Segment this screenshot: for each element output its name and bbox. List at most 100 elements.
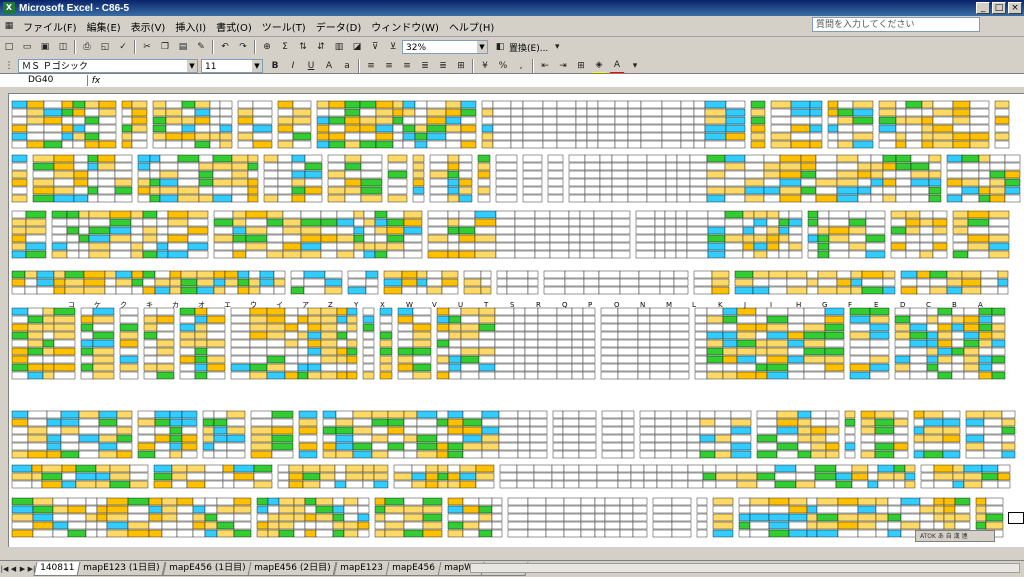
booth-cell[interactable] bbox=[481, 124, 494, 133]
booth-cell[interactable] bbox=[850, 270, 863, 279]
booth-cell[interactable] bbox=[121, 124, 133, 133]
booth-cell[interactable] bbox=[194, 371, 208, 380]
booth-cell[interactable] bbox=[109, 234, 132, 243]
booth-cell[interactable] bbox=[978, 331, 993, 340]
booth-cell[interactable] bbox=[534, 210, 551, 219]
booth-cell[interactable] bbox=[53, 339, 76, 348]
booth-cell[interactable] bbox=[204, 497, 218, 506]
booth-cell[interactable] bbox=[412, 323, 432, 332]
booth-cell[interactable] bbox=[222, 464, 235, 473]
booth-cell[interactable] bbox=[652, 505, 673, 514]
booth-cell[interactable] bbox=[478, 363, 496, 372]
booth-cell[interactable] bbox=[78, 210, 90, 219]
menu-insert[interactable]: 挿入(I) bbox=[170, 19, 211, 34]
booth-cell[interactable] bbox=[766, 331, 789, 340]
booth-cell[interactable] bbox=[24, 270, 38, 279]
booth-cell[interactable] bbox=[736, 464, 758, 473]
booth-cell[interactable] bbox=[991, 339, 1006, 348]
booth-cell[interactable] bbox=[143, 315, 158, 324]
booth-cell[interactable] bbox=[932, 108, 954, 117]
booth-cell[interactable] bbox=[401, 286, 418, 295]
booth-cell[interactable] bbox=[932, 250, 948, 259]
booth-cell[interactable] bbox=[374, 521, 386, 530]
booth-cell[interactable] bbox=[923, 450, 944, 459]
booth-cell[interactable] bbox=[978, 339, 993, 348]
booth-cell[interactable] bbox=[952, 250, 969, 259]
booth-cell[interactable] bbox=[852, 116, 874, 125]
booth-cell[interactable] bbox=[426, 124, 447, 133]
booth-cell[interactable] bbox=[882, 278, 896, 287]
booth-cell[interactable] bbox=[458, 170, 473, 179]
booth-cell[interactable] bbox=[669, 339, 690, 348]
booth-cell[interactable] bbox=[233, 497, 252, 506]
booth-cell[interactable] bbox=[436, 450, 449, 459]
booth-cell[interactable] bbox=[320, 242, 338, 251]
booth-cell[interactable] bbox=[706, 363, 724, 372]
booth-cell[interactable] bbox=[946, 178, 963, 187]
booth-cell[interactable] bbox=[219, 108, 233, 117]
booth-cell[interactable] bbox=[72, 108, 86, 117]
booth-cell[interactable] bbox=[770, 108, 792, 117]
minimize-button[interactable]: _ bbox=[976, 2, 990, 14]
booth-cell[interactable] bbox=[194, 363, 208, 372]
booth-cell[interactable] bbox=[582, 347, 596, 356]
booth-cell[interactable] bbox=[580, 497, 596, 506]
booth-cell[interactable] bbox=[250, 410, 273, 419]
booth-cell[interactable] bbox=[706, 323, 724, 332]
booth-cell[interactable] bbox=[599, 178, 613, 187]
booth-cell[interactable] bbox=[387, 410, 405, 419]
booth-cell[interactable] bbox=[273, 286, 286, 295]
booth-cell[interactable] bbox=[92, 371, 115, 380]
booth-cell[interactable] bbox=[11, 505, 34, 514]
booth-cell[interactable] bbox=[43, 132, 63, 141]
booth-cell[interactable] bbox=[664, 218, 677, 227]
booth-cell[interactable] bbox=[403, 250, 423, 259]
booth-cell[interactable] bbox=[545, 529, 565, 538]
hyperlink-icon[interactable]: ⊕ bbox=[259, 39, 275, 55]
booth-cell[interactable] bbox=[552, 418, 564, 427]
booth-cell[interactable] bbox=[248, 270, 261, 279]
booth-cell[interactable] bbox=[177, 186, 200, 195]
booth-cell[interactable] bbox=[52, 497, 69, 506]
zoom-select[interactable]: 32% ▼ bbox=[402, 40, 488, 54]
booth-cell[interactable] bbox=[403, 210, 423, 219]
booth-cell[interactable] bbox=[724, 218, 744, 227]
booth-cell[interactable] bbox=[32, 521, 54, 530]
booth-cell[interactable] bbox=[926, 315, 939, 324]
booth-cell[interactable] bbox=[513, 339, 526, 348]
booth-cell[interactable] bbox=[887, 505, 902, 514]
booth-cell[interactable] bbox=[937, 355, 953, 364]
booth-cell[interactable] bbox=[336, 347, 348, 356]
booth-cell[interactable] bbox=[131, 270, 144, 279]
booth-cell[interactable] bbox=[353, 250, 365, 259]
booth-cell[interactable] bbox=[277, 178, 293, 187]
booth-cell[interactable] bbox=[852, 100, 874, 109]
booth-cell[interactable] bbox=[900, 513, 921, 522]
booth-cell[interactable] bbox=[43, 100, 63, 109]
increase-font-icon[interactable]: A bbox=[321, 58, 337, 74]
booth-cell[interactable] bbox=[206, 307, 226, 316]
booth-cell[interactable] bbox=[11, 323, 29, 332]
booth-cell[interactable] bbox=[304, 529, 317, 538]
booth-cell[interactable] bbox=[95, 464, 111, 473]
booth-cell[interactable] bbox=[875, 521, 889, 530]
booth-cell[interactable] bbox=[619, 278, 640, 287]
booth-cell[interactable] bbox=[277, 194, 293, 203]
booth-cell[interactable] bbox=[436, 355, 450, 364]
booth-cell[interactable] bbox=[961, 278, 982, 287]
booth-cell[interactable] bbox=[686, 418, 701, 427]
booth-cell[interactable] bbox=[824, 315, 845, 324]
booth-cell[interactable] bbox=[397, 347, 414, 356]
booth-cell[interactable] bbox=[506, 286, 529, 295]
booth-cell[interactable] bbox=[25, 210, 47, 219]
booth-cell[interactable] bbox=[230, 355, 251, 364]
booth-cell[interactable] bbox=[131, 100, 148, 109]
booth-cell[interactable] bbox=[646, 154, 667, 163]
booth-cell[interactable] bbox=[179, 363, 196, 372]
booth-cell[interactable] bbox=[250, 418, 273, 427]
booth-cell[interactable] bbox=[481, 108, 494, 117]
booth-cell[interactable] bbox=[568, 194, 586, 203]
booth-cell[interactable] bbox=[694, 347, 708, 356]
booth-cell[interactable] bbox=[507, 497, 529, 506]
booth-cell[interactable] bbox=[373, 464, 389, 473]
